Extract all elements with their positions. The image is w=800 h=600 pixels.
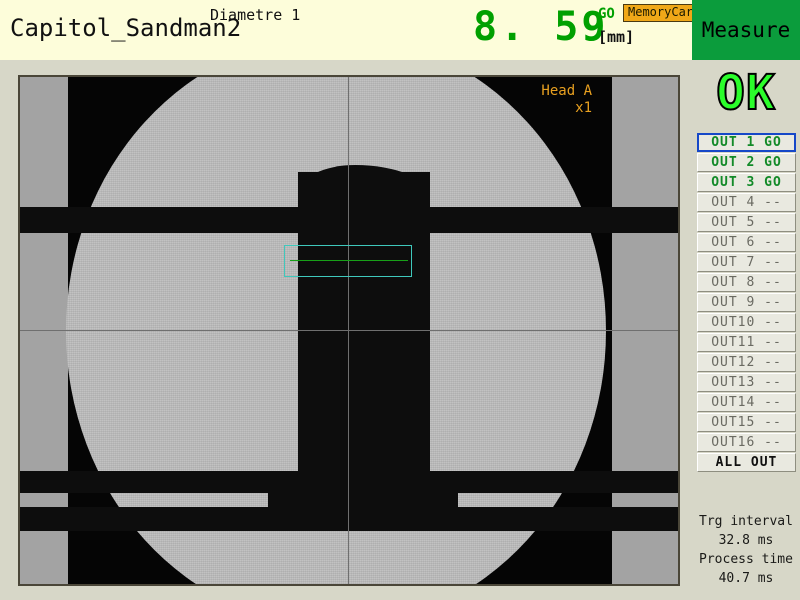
results-sidebar: OK OUT 1 GO OUT 2 GO OUT 3 GO OUT 4 -- OUT 5… — [692, 60, 800, 600]
measurement-value: 8. 59 — [473, 4, 609, 50]
header-bar: Capitol_Sandman2 Diametre 1 8. 59 GO [mm… — [0, 0, 706, 60]
output-row-out-7[interactable]: OUT 7 -- — [697, 253, 796, 272]
status-badge: OK — [715, 64, 776, 122]
output-row-out10[interactable]: OUT10 -- — [697, 313, 796, 332]
tab-measure[interactable]: Measure — [692, 0, 800, 60]
camera-head-name: Head A — [541, 83, 592, 99]
output-row-out-8[interactable]: OUT 8 -- — [697, 273, 796, 292]
output-row-out-1[interactable]: OUT 1 GO — [697, 133, 796, 152]
output-row-text: OUT16 -- — [711, 435, 782, 450]
output-row-text: OUT14 -- — [711, 395, 782, 410]
process-time-label: Process time — [699, 552, 793, 567]
measurement-item-name: Diametre 1 — [210, 6, 301, 24]
output-row-out-5[interactable]: OUT 5 -- — [697, 213, 796, 232]
output-row-text: ALL OUT — [715, 455, 778, 470]
program-name: Capitol_Sandman2 — [10, 14, 242, 42]
output-row-text: OUT 7 -- — [711, 255, 782, 270]
output-row-out-4[interactable]: OUT 4 -- — [697, 193, 796, 212]
measurement-value-group: 8. 59 GO [mm] — [455, 0, 634, 60]
camera-image-view[interactable]: Head A x1 — [18, 75, 680, 586]
output-row-text: OUT 6 -- — [711, 235, 782, 250]
part-silhouette-body — [298, 172, 430, 502]
crosshair-horizontal — [20, 330, 678, 331]
trigger-interval-value: 32.8 ms — [718, 533, 774, 548]
output-row-out-9[interactable]: OUT 9 -- — [697, 293, 796, 312]
output-row-out13[interactable]: OUT13 -- — [697, 373, 796, 392]
measurement-edge-line — [290, 260, 408, 261]
output-row-out12[interactable]: OUT12 -- — [697, 353, 796, 372]
output-row-out-6[interactable]: OUT 6 -- — [697, 233, 796, 252]
part-silhouette-foot — [268, 477, 458, 515]
measurement-unit: [mm] — [598, 28, 635, 46]
output-result-list: OUT 1 GO OUT 2 GO OUT 3 GO OUT 4 -- OUT 5 --… — [697, 133, 796, 473]
output-row-text: OUT 8 -- — [711, 275, 782, 290]
output-row-out14[interactable]: OUT14 -- — [697, 393, 796, 412]
timing-info: Trg interval 32.8 ms Process time 40.7 m… — [692, 512, 800, 588]
output-row-text: OUT10 -- — [711, 315, 782, 330]
output-row-text: OUT 9 -- — [711, 295, 782, 310]
output-row-text: OUT 3 GO — [711, 175, 782, 190]
measurement-system-window: Capitol_Sandman2 Diametre 1 8. 59 GO [mm… — [0, 0, 800, 600]
output-row-text: OUT 5 -- — [711, 215, 782, 230]
output-row-text: OUT15 -- — [711, 415, 782, 430]
output-row-text: OUT 1 GO — [711, 135, 782, 150]
camera-head-overlay-label: Head A x1 — [541, 83, 592, 117]
camera-zoom-level: x1 — [575, 100, 592, 116]
output-row-text: OUT 4 -- — [711, 195, 782, 210]
trigger-interval-label: Trg interval — [699, 514, 793, 529]
output-row-text: OUT 2 GO — [711, 155, 782, 170]
output-row-out-3[interactable]: OUT 3 GO — [697, 173, 796, 192]
output-row-text: OUT13 -- — [711, 375, 782, 390]
output-row-text: OUT12 -- — [711, 355, 782, 370]
output-row-text: OUT11 -- — [711, 335, 782, 350]
output-row-out11[interactable]: OUT11 -- — [697, 333, 796, 352]
process-time-value: 40.7 ms — [718, 571, 774, 586]
output-row-all-out[interactable]: ALL OUT — [697, 453, 796, 472]
tab-measure-label: Measure — [701, 18, 791, 42]
measurement-judgement: GO — [598, 6, 615, 22]
output-row-out16[interactable]: OUT16 -- — [697, 433, 796, 452]
output-row-out-2[interactable]: OUT 2 GO — [697, 153, 796, 172]
measurement-region-box[interactable] — [284, 245, 412, 277]
output-row-out15[interactable]: OUT15 -- — [697, 413, 796, 432]
camera-image-canvas: Head A x1 — [20, 77, 678, 584]
